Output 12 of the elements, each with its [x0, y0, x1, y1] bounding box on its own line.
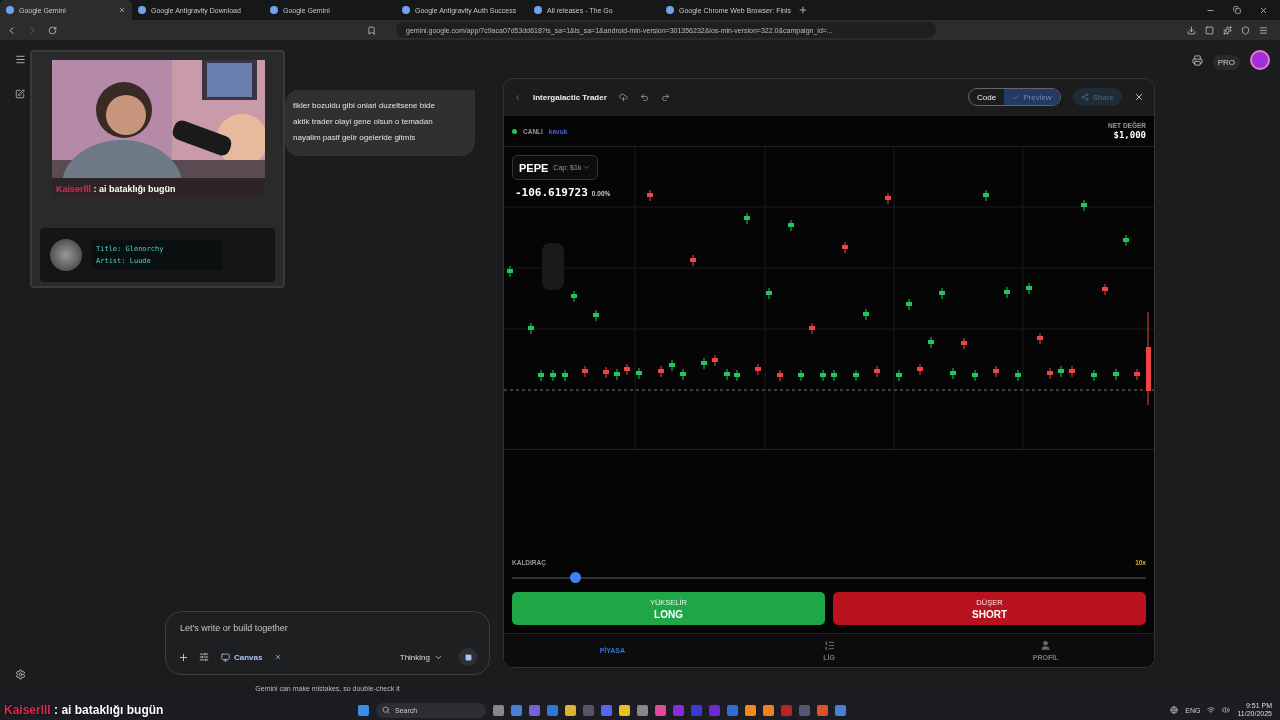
pro-badge: PRO [1212, 55, 1240, 70]
prompt-field[interactable]: Let's write or build together Canvas Thinking [165, 611, 490, 675]
canvas-chip[interactable]: Canvas [219, 650, 265, 664]
net-value: $1,000 [1113, 130, 1146, 140]
user-message: fikler bozuldu gibi onlari duzeltsene bide aktik trader olayi gene olsun o temadan nayalim pasif gelir ogeleride gitmis [285, 90, 475, 156]
symbol: PEPE [519, 161, 549, 174]
chat-caption: Kaiserlll : ai bataklığı bugün [56, 184, 176, 194]
model-picker[interactable]: Thinking [393, 651, 449, 663]
price: -106.619723 [515, 186, 588, 199]
chat-caption: Kaiserlll : ai bataklığı bugün [4, 703, 164, 717]
canvas-title: Intergalactic Trader [533, 92, 607, 102]
view-tab[interactable]: Code [969, 89, 1005, 105]
